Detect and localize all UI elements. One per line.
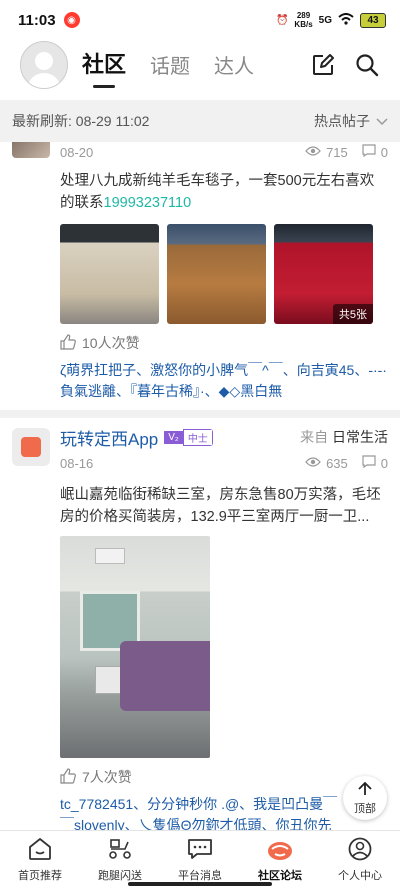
board-source[interactable]: 来自 日常生活: [300, 427, 388, 447]
comment-count: 0: [380, 144, 388, 160]
poster-avatar[interactable]: [12, 142, 50, 158]
arrow-up-icon: [357, 781, 373, 800]
comment-icon: [362, 455, 376, 471]
battery-indicator: 43: [360, 12, 386, 28]
post-image[interactable]: [60, 224, 159, 324]
scooter-icon: [107, 837, 133, 864]
post-image[interactable]: [60, 536, 210, 758]
nav-community[interactable]: 社区论坛: [240, 831, 320, 889]
post-image[interactable]: 共5张: [274, 224, 373, 324]
post-content[interactable]: 岷山嘉苑临街稀缺三室，房东急售80万实落，毛坯房的价格买简装房，132.9平三室…: [60, 484, 388, 528]
phone-link[interactable]: 19993237110: [104, 195, 192, 211]
view-count: 715: [326, 144, 348, 160]
eye-icon: [305, 145, 321, 160]
post-image-grid: 共5张: [60, 224, 388, 324]
eye-icon: [305, 456, 321, 471]
comment-icon: [362, 144, 376, 160]
nav-delivery[interactable]: 跑腿闪送: [80, 831, 160, 889]
back-to-top-button[interactable]: 顶部: [343, 776, 387, 820]
like-summary[interactable]: 10人次赞: [60, 332, 388, 354]
profile-icon: [347, 837, 373, 864]
level-badge: V₂ 中士: [164, 428, 213, 446]
gesture-bar: [128, 882, 272, 886]
status-bar: 11:03 ◉ ⏰ 289 KB/s 5G 43: [0, 0, 400, 40]
post-date: 08-20: [60, 144, 94, 160]
top-header: 社区 话题 达人: [0, 40, 400, 90]
nav-home[interactable]: 首页推荐: [0, 831, 80, 889]
app-notification-icon: ◉: [63, 12, 80, 28]
nav-profile[interactable]: 个人中心: [320, 831, 400, 889]
post-card[interactable]: 玩转定西App V₂ 中士 来自 日常生活 08-16 635 0 岷山嘉苑临街稀…: [0, 418, 400, 830]
sort-dropdown[interactable]: 热点帖子: [314, 111, 388, 131]
thumbs-up-icon: [60, 333, 76, 353]
like-count: 10人次赞: [82, 335, 140, 351]
comment-count: 0: [380, 455, 388, 471]
post-card[interactable]: 08-20 715 0 处理八九成新纯羊毛车毯子，一套500元左右喜欢的联系19…: [0, 142, 400, 410]
comment-preview[interactable]: tc_7782451、分分钟秒你 .@、我是凹凸曼￣￣slovenly、乀隻僞Θ…: [60, 794, 388, 830]
tab-community[interactable]: 社区: [82, 47, 126, 85]
post-content[interactable]: 处理八九成新纯羊毛车毯子，一套500元左右喜欢的联系19993237110: [60, 170, 388, 214]
post-date: 08-16: [60, 455, 94, 471]
status-time: 11:03: [18, 11, 56, 29]
tab-topics[interactable]: 话题: [150, 50, 190, 85]
comment-preview[interactable]: ζ萌界扛把子、激怒你的小脾气￣^￣、向吉寅45、-·-·負氣逃離、『暮年古稀』·…: [60, 360, 388, 410]
author-name[interactable]: 玩转定西App: [60, 425, 158, 450]
bottom-nav: 首页推荐 跑腿闪送 平台消息 社区论坛 个人中心: [0, 830, 400, 889]
refresh-bar: 最新刷新: 08-29 11:02 热点帖子: [0, 100, 400, 142]
post-image[interactable]: [167, 224, 266, 324]
like-count: 7人次赞: [82, 769, 132, 785]
nav-messages[interactable]: 平台消息: [160, 831, 240, 889]
network-type: 5G: [318, 14, 332, 26]
sort-label: 热点帖子: [314, 113, 370, 129]
network-speed: 289 KB/s: [294, 11, 313, 29]
user-avatar[interactable]: [20, 41, 68, 89]
compose-icon[interactable]: [310, 52, 336, 78]
home-icon: [27, 837, 53, 864]
search-icon[interactable]: [354, 52, 380, 78]
tab-experts[interactable]: 达人: [214, 50, 254, 85]
poster-avatar[interactable]: [12, 428, 50, 466]
divider: [0, 410, 400, 418]
wifi-icon: [338, 12, 354, 28]
message-icon: [187, 837, 213, 864]
view-count: 635: [326, 455, 348, 471]
back-to-top-label: 顶部: [354, 802, 376, 815]
post-feed[interactable]: 08-20 715 0 处理八九成新纯羊毛车毯子，一套500元左右喜欢的联系19…: [0, 142, 400, 830]
alarm-icon: ⏰: [275, 14, 289, 26]
image-count-badge: 共5张: [332, 304, 373, 324]
top-tabs: 社区 话题 达人: [82, 45, 254, 85]
last-refresh-time: 最新刷新: 08-29 11:02: [12, 113, 150, 129]
thumbs-up-icon: [60, 767, 76, 787]
community-icon: [266, 837, 294, 864]
like-summary[interactable]: 7人次赞: [60, 766, 388, 788]
chevron-down-icon: [376, 113, 388, 129]
